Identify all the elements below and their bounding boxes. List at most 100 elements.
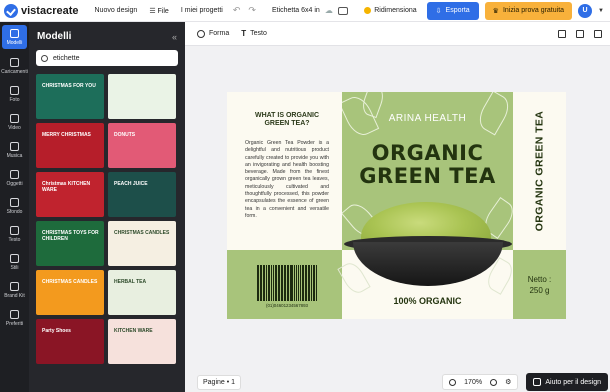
info-body[interactable]: Organic Green Tea Powder is a delightful… [245,140,329,220]
product-title-line2[interactable]: GREEN TEA [342,164,513,188]
template-thumbnail[interactable]: CHRISTMAS FOR YOU [36,74,104,119]
template-thumbnail[interactable]: PEACH JUICE [108,172,176,217]
crown-icon [364,7,372,14]
zoom-level[interactable]: 170% [464,379,482,386]
help-icon [533,378,542,386]
vertical-title[interactable]: ORGANIC GREEN TEA [513,92,566,250]
barcode-bar [308,265,310,301]
undo-icon[interactable]: ↶ [233,5,241,16]
trial-label: Inizia prova gratuita [502,7,565,14]
rail-label: Foto [9,96,20,103]
file-menu-label: File [157,7,169,15]
template-thumbnail-text: HERBAL TEA [114,279,147,285]
template-thumbnail-text: MERRY CHRISTMAS [42,132,91,138]
barcode-bar [273,265,274,301]
rail-label: Brand Kit [4,292,25,299]
template-thumbnail[interactable] [108,74,176,119]
template-thumbnail[interactable]: CHRISTMAS CANDLES [36,270,104,315]
rail-label: Musica [6,152,23,159]
rail-templates[interactable]: Modelli [2,25,27,49]
template-thumbnail[interactable]: Christmas KITCHEN WARE [36,172,104,217]
canvas-toolbar: Forma T Testo [185,22,610,46]
info-heading[interactable]: WHAT IS ORGANIC GREEN TEA? [249,112,325,129]
settings-icon[interactable]: ⚙ [505,378,511,386]
rail-brand-kit[interactable]: Brand Kit [0,276,29,304]
document-title[interactable]: Etichetta 6x4 in [272,7,320,14]
resize-button[interactable]: Ridimensiona [360,7,420,14]
start-trial-button[interactable]: ♛ Inizia prova gratuita [484,1,573,20]
rail-text[interactable]: Testo [0,220,29,248]
template-thumbnail-text: Party Shoes [42,328,71,334]
template-thumbnail-text: CHRISTMAS TOYS FOR CHILDREN [42,230,99,242]
net-weight[interactable]: Netto : 250 g [513,275,566,297]
logo[interactable]: vistacreate [4,3,79,18]
template-thumbnail[interactable]: HERBAL TEA [108,270,176,315]
rail-objects[interactable]: Oggetti [0,164,29,192]
text-tool[interactable]: T Testo [241,29,267,38]
delete-icon[interactable] [594,29,602,38]
vertical-title-text: ORGANIC GREEN TEA [533,110,546,232]
search-input[interactable]: etichette [36,50,178,66]
my-projects-menu[interactable]: I miei progetti [181,7,223,14]
text-tool-label: Testo [250,30,267,37]
barcode-bar [277,265,279,301]
barcode-bar [295,265,298,301]
barcode-bar [301,265,304,301]
avatar[interactable]: U [578,3,593,18]
barcode-bar [274,265,277,301]
search-icon [41,54,48,62]
barcode-bar [281,265,283,301]
redo-icon[interactable]: ↷ [248,5,256,16]
rail-video[interactable]: Video [0,108,29,136]
template-thumbnail[interactable]: CHRISTMAS TOYS FOR CHILDREN [36,221,104,266]
file-menu[interactable]: ☰ File [149,7,169,15]
export-label: Esporta [445,7,470,14]
template-thumbnail-text: PEACH JUICE [114,181,148,187]
rail-label: Caricamenti [1,68,28,75]
duplicate-icon[interactable] [558,29,566,38]
zoom-in-icon[interactable] [490,378,498,386]
rail-favorites[interactable]: Preferiti [0,304,29,332]
rail-background[interactable]: Sfondo [0,192,29,220]
grid-icon [10,28,19,38]
rail-photos[interactable]: Foto [0,80,29,108]
new-design-menu[interactable]: Nuovo design [95,7,138,14]
design-canvas[interactable]: WHAT IS ORGANIC GREEN TEA? Organic Green… [227,92,566,319]
zoom-out-icon[interactable] [449,378,457,386]
pages-button[interactable]: Pagine • 1 [197,374,242,390]
rail-label: Oggetti [6,180,23,187]
music-icon [10,141,19,151]
bottom-bar: Pagine • 1 170% ⚙ Aiuto per il design [185,372,610,392]
zoom-controls: 170% ⚙ [442,374,519,390]
video-icon [10,113,19,123]
template-thumbnail[interactable]: CHRISTMAS CANDLES [108,221,176,266]
collapse-panel-icon[interactable]: « [172,32,177,42]
template-thumbnail[interactable]: KITCHEN WARE [108,319,176,364]
brand-name[interactable]: ARINA HEALTH [342,113,513,124]
rail-music[interactable]: Musica [0,136,29,164]
shape-tool-label: Forma [209,30,230,37]
design-help-button[interactable]: Aiuto per il design [526,373,608,391]
product-title-line1[interactable]: ORGANIC [342,141,513,165]
chevron-down-icon[interactable]: ▼ [598,8,604,14]
barcode-bar [316,265,317,301]
shape-tool[interactable]: Forma [197,29,230,38]
template-thumbnail[interactable]: DONUTS [108,123,176,168]
text-icon [10,225,19,235]
copy-icon[interactable] [576,29,584,38]
rail-styles[interactable]: Stili [0,248,29,276]
export-button[interactable]: ⇩ Esporta [426,1,479,20]
net-weight-value: 250 g [529,285,550,295]
organic-badge-text[interactable]: 100% ORGANIC [342,296,513,306]
template-thumbnail[interactable]: MERRY CHRISTMAS [36,123,104,168]
barcode-bar [261,265,263,301]
rail-uploads[interactable]: Caricamenti [0,52,29,80]
template-thumbnail[interactable]: Party Shoes [36,319,104,364]
resize-label: Ridimensiona [374,7,417,14]
comment-icon[interactable] [338,6,349,15]
top-bar: vistacreate Nuovo design ☰ File I miei p… [0,0,610,22]
barcode[interactable] [257,265,317,305]
styles-icon [10,253,19,263]
barcode-bar [257,265,259,301]
image-icon [10,85,19,95]
